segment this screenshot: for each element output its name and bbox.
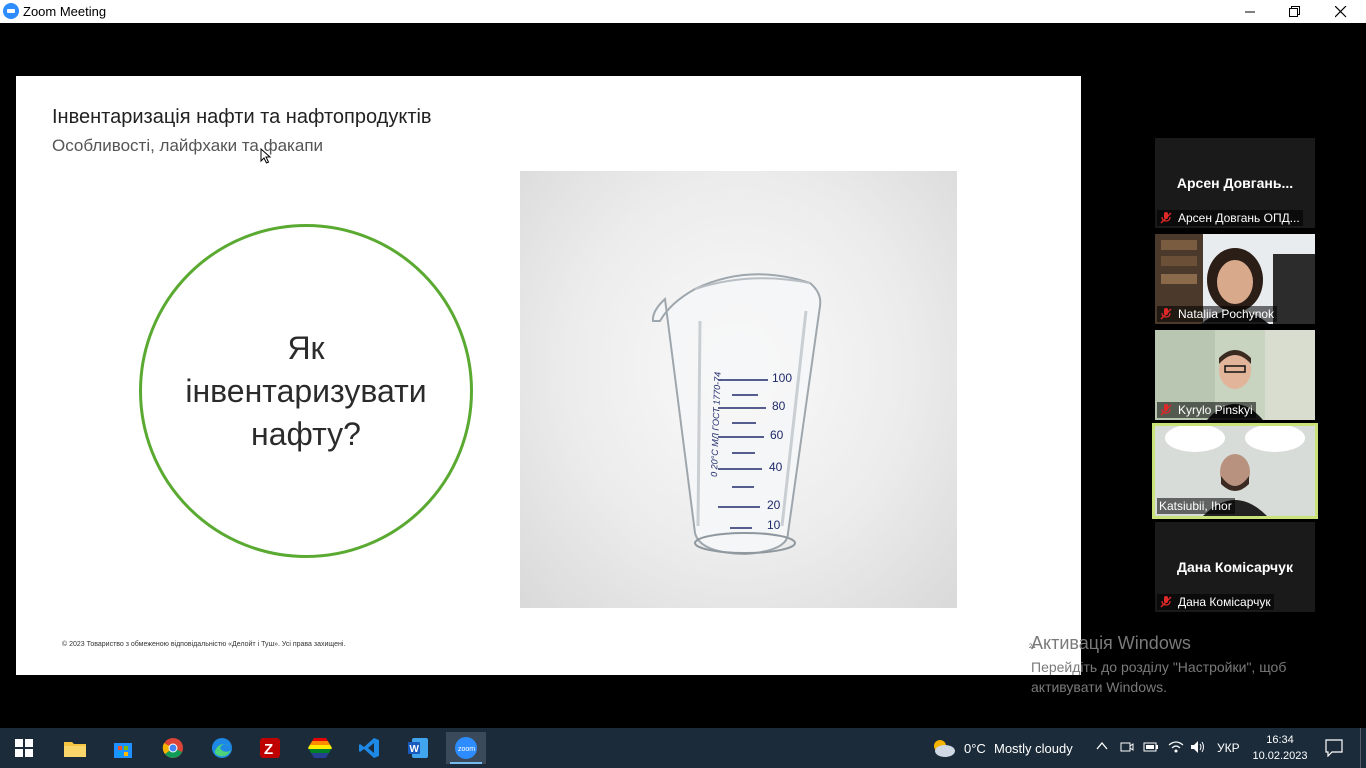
filezilla-icon: Z	[260, 738, 280, 758]
edge-icon	[212, 738, 232, 758]
weather-cloudy-icon	[934, 740, 955, 757]
activation-watermark-title: Активація Windows	[1031, 633, 1191, 653]
question-circle: Як інвентаризувати нафту?	[139, 224, 473, 558]
participant-tile[interactable]: Nataliia Pochynok	[1155, 234, 1315, 324]
participant-tile[interactable]: Kyrylo Pinskyi	[1155, 330, 1315, 420]
restore-icon	[1289, 5, 1300, 17]
svg-text:Z: Z	[264, 741, 273, 758]
volume-icon[interactable]	[1190, 740, 1206, 754]
minimize-icon	[1244, 11, 1255, 13]
scale-60: 60	[770, 428, 784, 442]
input-language[interactable]: УКР	[1217, 741, 1240, 755]
scale-20: 20	[767, 498, 781, 512]
taskbar-word[interactable]: W	[398, 732, 438, 764]
weather-condition[interactable]: Mostly cloudy	[994, 741, 1073, 756]
clock-time: 16:34	[1266, 734, 1294, 746]
slide-title: Інвентаризація нафти та нафтопродуктів	[52, 106, 432, 128]
participant-display-name: Дана Комісарчук	[1177, 559, 1293, 575]
start-button[interactable]	[4, 732, 44, 764]
folder-icon	[64, 742, 86, 757]
chrome-icon	[162, 738, 183, 758]
restore-button[interactable]	[1272, 0, 1318, 23]
scale-80: 80	[772, 399, 786, 413]
close-icon	[1335, 5, 1347, 17]
participant-name: Katsiubii, Ihor	[1159, 499, 1232, 513]
scale-100: 100	[772, 371, 792, 385]
windows-logo-icon	[15, 739, 33, 757]
clock-date: 10.02.2023	[1252, 750, 1308, 762]
vscode-icon	[359, 738, 379, 758]
word-icon: W	[408, 738, 428, 758]
system-clock[interactable]: 16:34 10.02.2023	[1252, 732, 1308, 764]
rainbow-app-icon	[308, 738, 332, 758]
minimize-button[interactable]	[1227, 0, 1273, 23]
close-button[interactable]	[1318, 0, 1364, 23]
wifi-icon[interactable]	[1168, 740, 1184, 754]
windows-taskbar: Z W zoom 0°C Mostly cloudy УКР 16:34 10.…	[0, 728, 1366, 768]
chevron-up-icon[interactable]	[1096, 742, 1108, 750]
window-title-bar: Zoom Meeting	[0, 0, 1366, 23]
muted-mic-icon	[1159, 308, 1173, 320]
participant-tile[interactable]: Арсен Довгань... Арсен Довгань ОПД...	[1155, 138, 1315, 228]
muted-mic-icon	[1159, 212, 1173, 224]
participant-tile[interactable]: Дана Комісарчук Дана Комісарчук	[1155, 522, 1315, 612]
taskbar-filezilla[interactable]: Z	[250, 732, 290, 764]
participant-name: Nataliia Pochynok	[1178, 307, 1275, 321]
participant-label: Nataliia Pochynok	[1157, 306, 1278, 322]
meet-now-icon[interactable]	[1120, 740, 1134, 754]
zoom-icon: zoom	[455, 737, 477, 759]
weather-temperature[interactable]: 0°C	[964, 741, 986, 756]
slide-footer: © 2023 Товариство з обмеженою відповідал…	[62, 641, 346, 648]
taskbar-vscode[interactable]	[349, 732, 389, 764]
taskbar-chrome[interactable]	[153, 732, 193, 764]
show-desktop-button[interactable]	[1360, 728, 1366, 768]
beaker-photo: 100 80 60 40 20 10 0 20°C МЛ ГОСТ 1770-7…	[520, 171, 957, 608]
measuring-beaker-image: 100 80 60 40 20 10 0 20°C МЛ ГОСТ 1770-7…	[651, 273, 822, 556]
battery-icon[interactable]	[1143, 741, 1159, 753]
scale-40: 40	[769, 460, 783, 474]
slide-subtitle: Особливості, лайфхаки та факапи	[52, 136, 324, 155]
participant-name: Kyrylo Pinskyi	[1178, 403, 1253, 417]
activation-watermark-text: Перейдіть до розділу "Настройки", щоб ак…	[1031, 659, 1287, 695]
scale-10: 10	[767, 518, 781, 532]
taskbar-store[interactable]	[103, 732, 143, 764]
svg-text:zoom: zoom	[458, 746, 475, 753]
circle-question-text: Як інвентаризувати нафту?	[185, 329, 427, 452]
shared-screen-slide: Інвентаризація нафти та нафтопродуктів О…	[16, 76, 1081, 675]
participant-label: Kyrylo Pinskyi	[1157, 402, 1256, 418]
notifications-icon[interactable]	[1325, 739, 1343, 757]
participant-tile-active-speaker[interactable]: Katsiubii, Ihor	[1152, 423, 1318, 519]
taskbar-rainbow-app[interactable]	[300, 732, 340, 764]
store-icon	[114, 743, 132, 758]
muted-mic-icon	[1159, 596, 1173, 608]
taskbar-edge[interactable]	[202, 732, 242, 764]
taskbar-zoom-active[interactable]: zoom	[446, 732, 486, 764]
participant-label: Арсен Довгань ОПД...	[1157, 210, 1303, 226]
participant-name: Дана Комісарчук	[1178, 595, 1271, 609]
zoom-logo-icon	[3, 3, 19, 19]
participant-label: Дана Комісарчук	[1157, 594, 1274, 610]
window-title: Zoom Meeting	[23, 4, 107, 19]
mouse-cursor-icon	[260, 148, 272, 164]
participant-name: Арсен Довгань ОПД...	[1178, 211, 1300, 225]
muted-mic-icon	[1159, 404, 1173, 416]
svg-text:W: W	[410, 744, 420, 755]
participant-label: Katsiubii, Ihor	[1157, 498, 1235, 514]
participant-display-name: Арсен Довгань...	[1176, 175, 1294, 191]
taskbar-file-explorer[interactable]	[55, 732, 95, 764]
